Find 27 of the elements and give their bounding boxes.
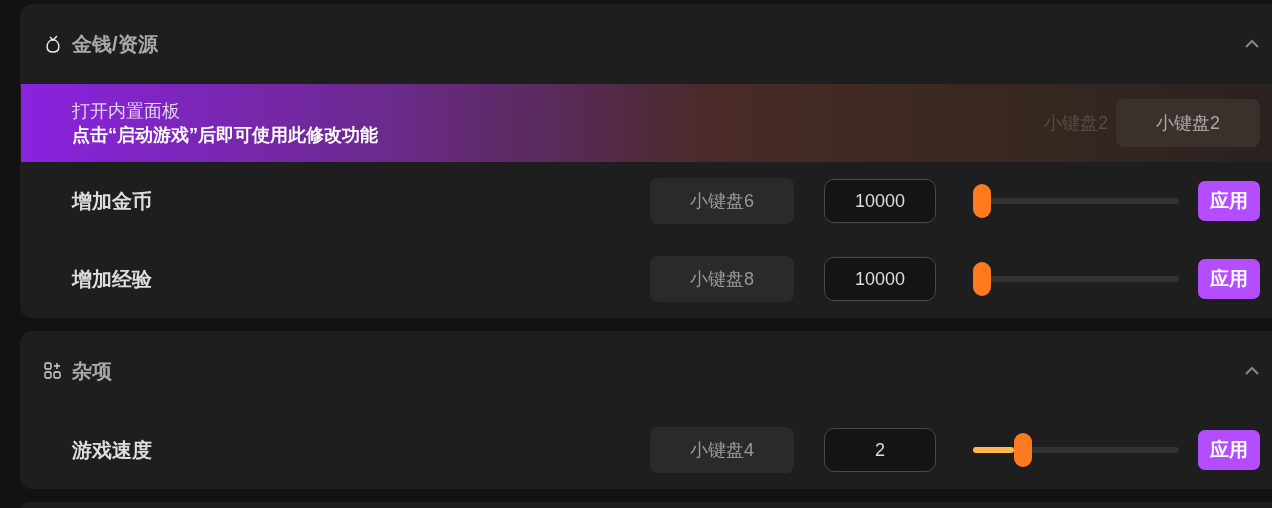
apply-button[interactable]: 应用 [1198, 259, 1260, 299]
slider[interactable] [973, 433, 1179, 467]
value-field[interactable]: 2 [824, 428, 936, 472]
grid-plus-icon [44, 362, 62, 380]
chevron-up-icon[interactable] [1244, 39, 1260, 49]
section-title: 杂项 [72, 358, 113, 384]
apply-button[interactable]: 应用 [1198, 181, 1260, 221]
slider-thumb[interactable] [1014, 433, 1033, 467]
apply-button[interactable]: 应用 [1198, 430, 1260, 470]
hotkey-button[interactable]: 小键盘8 [650, 256, 794, 302]
hotkey-button[interactable]: 小键盘6 [650, 178, 794, 224]
banner-subtitle: 点击“启动游戏”后即可使用此修改功能 [72, 124, 379, 147]
slider[interactable] [973, 262, 1179, 296]
section-title: 金钱/资源 [72, 31, 159, 57]
hotkey-button[interactable]: 小键盘2 [1116, 99, 1260, 147]
hotkey-button[interactable]: 小键盘4 [650, 427, 794, 473]
banner-title: 打开内置面板 [72, 100, 181, 123]
value-field[interactable]: 10000 [824, 179, 936, 223]
money-bag-icon [44, 34, 62, 54]
value-field[interactable]: 10000 [824, 257, 936, 301]
chevron-up-icon[interactable] [1244, 366, 1260, 376]
slider-thumb[interactable] [973, 262, 991, 296]
slider-thumb[interactable] [973, 184, 991, 218]
slider[interactable] [973, 184, 1179, 218]
option-label: 增加经验 [72, 266, 153, 292]
option-label: 增加金币 [72, 188, 153, 214]
option-label: 游戏速度 [72, 437, 153, 463]
